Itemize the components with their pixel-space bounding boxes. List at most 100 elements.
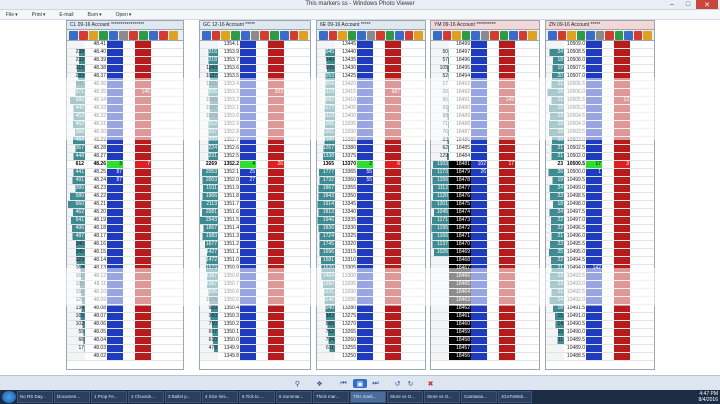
table-row[interactable]: 580 48.34: [67, 97, 183, 105]
volume-cell[interactable]: 1218: [200, 57, 218, 64]
volume-cell[interactable]: 1484: [317, 273, 335, 280]
bid-cell[interactable]: [471, 105, 487, 112]
mid-cell[interactable]: [123, 329, 135, 336]
mid-cell[interactable]: [123, 145, 135, 152]
bid-cell[interactable]: [586, 297, 602, 304]
ask-cell[interactable]: [135, 289, 151, 296]
ask-cell[interactable]: [499, 297, 515, 304]
bid-cell[interactable]: [240, 65, 256, 72]
table-row[interactable]: 66 48.04: [67, 337, 183, 345]
ask-cell[interactable]: [614, 185, 630, 192]
table-row[interactable]: 367 48.28: [67, 145, 183, 153]
volume-cell[interactable]: 388: [67, 129, 85, 136]
volume-cell[interactable]: 2943: [200, 217, 218, 224]
table-row[interactable]: 345 48.15: [67, 249, 183, 257]
ask-cell[interactable]: [614, 313, 630, 320]
bid-cell[interactable]: [107, 97, 123, 104]
ask-cell[interactable]: [268, 169, 284, 176]
delete-icon[interactable]: ✖: [425, 379, 436, 388]
mid-cell[interactable]: [487, 249, 499, 256]
mid-cell[interactable]: [256, 305, 268, 312]
bid-cell[interactable]: [471, 225, 487, 232]
volume-cell[interactable]: 1867: [200, 225, 218, 232]
volume-cell[interactable]: 1033: [200, 97, 218, 104]
mid-cell[interactable]: [487, 273, 499, 280]
bid-cell[interactable]: [471, 313, 487, 320]
table-row[interactable]: 1946 13335: [317, 217, 425, 225]
volume-cell[interactable]: 1103: [431, 161, 449, 168]
mid-cell[interactable]: [602, 137, 614, 144]
mid-cell[interactable]: [123, 305, 135, 312]
mid-cell[interactable]: [373, 321, 385, 328]
table-row[interactable]: 1095 13395: [317, 121, 425, 129]
ask-cell[interactable]: [268, 241, 284, 248]
volume-cell[interactable]: 2053: [200, 169, 218, 176]
ask-cell[interactable]: [385, 321, 401, 328]
volume-cell[interactable]: 23: [546, 161, 564, 168]
volume-cell[interactable]: 102: [67, 321, 85, 328]
mid-cell[interactable]: [256, 257, 268, 264]
mid-cell[interactable]: [602, 313, 614, 320]
toolbar-tool-icon[interactable]: [260, 31, 270, 40]
bid-cell[interactable]: [357, 201, 373, 208]
volume-cell[interactable]: 1365: [317, 161, 335, 168]
mid-cell[interactable]: [487, 257, 499, 264]
ask-cell[interactable]: [614, 297, 630, 304]
bid-cell[interactable]: [107, 265, 123, 272]
table-row[interactable]: 1732 13360 55: [317, 177, 425, 185]
ask-cell[interactable]: [499, 225, 515, 232]
mid-cell[interactable]: [256, 337, 268, 344]
mid-cell[interactable]: [373, 345, 385, 352]
ask-cell[interactable]: [614, 105, 630, 112]
volume-cell[interactable]: 1205: [200, 89, 218, 96]
toolbar-tool-icon[interactable]: [595, 31, 605, 40]
volume-cell[interactable]: 21: [546, 97, 564, 104]
table-row[interactable]: 704 13260: [317, 337, 425, 345]
volume-cell[interactable]: 1581: [317, 257, 335, 264]
volume-cell[interactable]: 1231: [200, 153, 218, 160]
volume-cell[interactable]: 1745: [317, 241, 335, 248]
volume-cell[interactable]: 612: [67, 161, 85, 168]
toolbar-tool-icon[interactable]: [328, 31, 338, 40]
bid-cell[interactable]: [240, 313, 256, 320]
volume-cell[interactable]: 1118: [317, 89, 335, 96]
table-row[interactable]: 18466: [431, 273, 539, 281]
volume-cell[interactable]: 1212: [200, 121, 218, 128]
ask-cell[interactable]: [614, 233, 630, 240]
ask-cell[interactable]: [268, 305, 284, 312]
taskbar-item[interactable]: 2 Choosin...: [128, 391, 164, 403]
mid-cell[interactable]: [602, 73, 614, 80]
mid-cell[interactable]: [123, 257, 135, 264]
table-row[interactable]: 21 10492.5: [546, 289, 654, 297]
ask-cell[interactable]: [499, 313, 515, 320]
volume-cell[interactable]: 24: [546, 49, 564, 56]
bid-cell[interactable]: [240, 257, 256, 264]
table-row[interactable]: 10488.5: [546, 353, 654, 361]
bid-cell[interactable]: [357, 153, 373, 160]
menu-file[interactable]: File ▾: [6, 12, 18, 18]
ask-cell[interactable]: [614, 65, 630, 72]
volume-cell[interactable]: 1026: [431, 249, 449, 256]
table-row[interactable]: 13445: [317, 41, 425, 49]
volume-cell[interactable]: 23: [546, 241, 564, 248]
volume-cell[interactable]: 1040: [317, 305, 335, 312]
mid-cell[interactable]: [123, 65, 135, 72]
ask-cell[interactable]: 3: [614, 161, 630, 168]
volume-cell[interactable]: 1231: [317, 289, 335, 296]
bid-cell[interactable]: [471, 249, 487, 256]
table-row[interactable]: 610 1350.0: [200, 337, 310, 345]
bid-cell[interactable]: [586, 321, 602, 328]
volume-cell[interactable]: 929: [200, 305, 218, 312]
ask-cell[interactable]: [614, 345, 630, 352]
ask-cell[interactable]: [499, 129, 515, 136]
table-row[interactable]: 611 13255: [317, 345, 425, 353]
toolbar-tool-icon[interactable]: [139, 31, 148, 40]
ask-cell[interactable]: [499, 281, 515, 288]
volume-cell[interactable]: 1732: [317, 177, 335, 184]
volume-cell[interactable]: [431, 265, 449, 272]
volume-cell[interactable]: 466: [67, 137, 85, 144]
table-row[interactable]: 52 18494: [431, 73, 539, 81]
table-row[interactable]: 88 18489: [431, 113, 539, 121]
ask-cell[interactable]: [135, 281, 151, 288]
ask-cell[interactable]: [499, 337, 515, 344]
